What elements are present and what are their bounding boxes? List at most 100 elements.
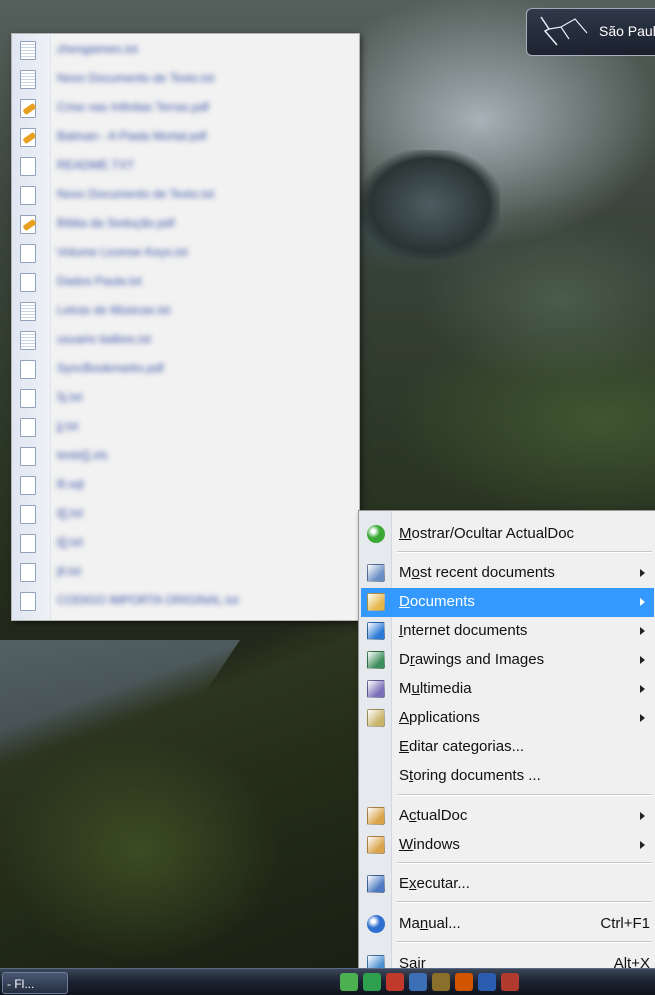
recent-document-item[interactable]: Dados Paula.txt (20, 272, 350, 294)
green-arrow-down-icon (367, 525, 385, 543)
menu-item-windows[interactable]: Windows (361, 831, 654, 860)
menu-item-most-recent-documents[interactable]: Most recent documents (361, 559, 654, 588)
recent-document-item[interactable]: teste[].xls (20, 446, 350, 468)
recent-document-item[interactable]: Novo Documento de Texto.txt (20, 185, 350, 207)
menu-item-internet-documents[interactable]: Internet documents (361, 617, 654, 646)
menu-item-label: Windows (399, 836, 460, 853)
multimedia-icon (367, 680, 385, 698)
recent-document-label: SyncBookmarks.pdf (57, 361, 164, 375)
tray-bluetooth-icon[interactable] (478, 973, 496, 991)
recent-document-label: usuario balbos.txt (57, 332, 152, 346)
recent-document-label: zhengwmen.txt (57, 42, 138, 56)
menu-item-mostrar-ocultar-actualdoc[interactable]: Mostrar/Ocultar ActualDoc (361, 520, 654, 549)
document-icon (20, 244, 36, 263)
text-document-icon (20, 41, 36, 60)
recent-document-item[interactable]: Novo Documento de Texto.txt (20, 69, 350, 91)
system-tray (340, 973, 519, 993)
menu-item-storing-documents[interactable]: Storing documents ... (361, 762, 654, 791)
recent-document-label: Novo Documento de Texto.txt (57, 71, 215, 85)
menu-item-multimedia[interactable]: Multimedia (361, 675, 654, 704)
submenu-arrow-icon (640, 656, 645, 664)
recent-document-label: README.TXT (57, 158, 135, 172)
tray-update-icon[interactable] (455, 973, 473, 991)
menu-item-drawings-and-images[interactable]: Drawings and Images (361, 646, 654, 675)
recent-document-item[interactable]: Volume License Keys.txt (20, 243, 350, 265)
recent-document-item[interactable]: usuario balbos.txt (20, 330, 350, 352)
recent-document-label: Dados Paula.txt (57, 274, 142, 288)
document-icon (20, 418, 36, 437)
pdf-document-icon (20, 215, 36, 234)
recent-document-label: Letras de Músicas.txt (57, 303, 171, 317)
text-document-icon (20, 331, 36, 350)
recent-document-item[interactable]: t[].txt (20, 533, 350, 555)
menu-item-shortcut: Ctrl+F1 (600, 915, 650, 932)
recent-document-label: lll.sql (57, 477, 84, 491)
document-icon (20, 389, 36, 408)
recent-document-item[interactable]: Crise nas Infinitas Terras.pdf (20, 98, 350, 120)
submenu-arrow-icon (640, 841, 645, 849)
menu-item-label: Drawings and Images (399, 651, 545, 668)
recent-document-item[interactable]: zhengwmen.txt (20, 40, 350, 62)
menu-item-documents[interactable]: Documents (361, 588, 654, 617)
recent-document-item[interactable]: jll.txt (20, 562, 350, 584)
tray-actualdoc-icon[interactable] (340, 973, 358, 991)
menu-item-actualdoc[interactable]: ActualDoc (361, 802, 654, 831)
tray-antivirus-icon[interactable] (501, 973, 519, 991)
wallpaper-lake (360, 150, 500, 260)
recent-document-item[interactable]: t[].txt (20, 504, 350, 526)
lightning-weather-icon (540, 16, 588, 46)
menu-item-label: Storing documents ... (399, 767, 541, 784)
tray-volume-icon[interactable] (432, 973, 450, 991)
recent-document-item[interactable]: README.TXT (20, 156, 350, 178)
recent-document-item[interactable]: lll.sql (20, 475, 350, 497)
document-icon (20, 447, 36, 466)
recent-document-item[interactable]: jj.txt (20, 417, 350, 439)
recent-document-label: t[].txt (57, 535, 84, 549)
recent-document-label: Crise nas Infinitas Terras.pdf (57, 100, 209, 114)
document-icon (20, 476, 36, 495)
taskbar-button[interactable]: - Fl... (2, 972, 68, 994)
menu-item-manual[interactable]: Manual... Ctrl+F1 (361, 910, 654, 939)
pdf-document-icon (20, 99, 36, 118)
menu-item-label: Applications (399, 709, 480, 726)
internet-explorer-icon (367, 622, 385, 640)
document-icon (20, 592, 36, 611)
recent-document-item[interactable]: Batman - A Piada Mortal.pdf (20, 127, 350, 149)
menu-separator (397, 901, 652, 903)
recent-document-item[interactable]: CODIGO IMPORTA ORIGINAL.txt (20, 591, 350, 613)
menu-separator (397, 794, 652, 796)
text-document-icon (20, 302, 36, 321)
weather-gadget[interactable]: São Paulo (526, 8, 655, 56)
submenu-arrow-icon (640, 714, 645, 722)
menu-item-label: ActualDoc (399, 807, 468, 824)
menu-separator (397, 941, 652, 943)
recent-documents-panel: zhengwmen.txt Novo Documento de Texto.txt… (11, 33, 360, 621)
recent-document-item[interactable]: SyncBookmarks.pdf (20, 359, 350, 381)
tray-check-icon[interactable] (363, 973, 381, 991)
submenu-arrow-icon (640, 812, 645, 820)
recent-document-label: CODIGO IMPORTA ORIGINAL.txt (57, 593, 239, 607)
menu-item-editar-categorias[interactable]: Editar categorias... (361, 733, 654, 762)
recent-document-item[interactable]: 5j.txt (20, 388, 350, 410)
recent-document-label: 5j.txt (57, 390, 83, 404)
document-icon (20, 157, 36, 176)
document-icon (20, 505, 36, 524)
recent-document-label: Novo Documento de Texto.txt (57, 187, 215, 201)
recent-document-item[interactable]: Bíblia da Sedução.pdf (20, 214, 350, 236)
help-icon (367, 915, 385, 933)
menu-item-label: Most recent documents (399, 564, 555, 581)
document-icon (20, 360, 36, 379)
menu-separator (397, 551, 652, 553)
menu-item-applications[interactable]: Applications (361, 704, 654, 733)
menu-item-label: Executar... (399, 875, 470, 892)
menu-item-executar[interactable]: Executar... (361, 870, 654, 899)
recent-document-item[interactable]: Letras de Músicas.txt (20, 301, 350, 323)
menu-item-label: Multimedia (399, 680, 472, 697)
text-document-icon (20, 70, 36, 89)
recent-document-label: Batman - A Piada Mortal.pdf (57, 129, 207, 143)
recent-document-label: jj.txt (57, 419, 79, 433)
folder-documents-icon (367, 593, 385, 611)
tray-shield-icon[interactable] (386, 973, 404, 991)
run-icon (367, 875, 385, 893)
tray-network-icon[interactable] (409, 973, 427, 991)
